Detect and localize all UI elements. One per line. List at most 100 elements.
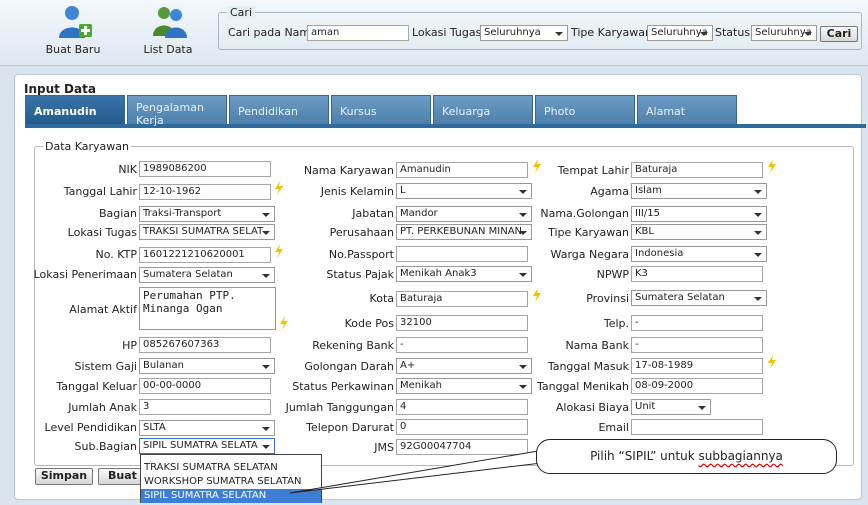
required-bolt-icon [533, 159, 541, 173]
callout-pointer [289, 450, 543, 494]
birthplace-input[interactable]: Baturaja [631, 162, 763, 178]
grade-name-select[interactable]: III/15 [631, 206, 767, 222]
save-button[interactable]: Simpan [35, 468, 93, 485]
required-bolt-icon [280, 316, 288, 330]
religion-select[interactable]: Islam [631, 183, 767, 199]
bank-name-input[interactable]: - [631, 337, 763, 353]
blood-type-label: Golongan Darah [304, 360, 394, 373]
search-button[interactable]: Cari [820, 26, 858, 42]
tab-experience[interactable]: Pengalaman Kerja [127, 95, 227, 127]
salary-system-select[interactable]: Bulanan [139, 358, 275, 374]
postal-code-input[interactable]: 32100 [396, 315, 528, 331]
search-name-input[interactable]: aman [307, 25, 409, 41]
position-label: Jabatan [352, 207, 394, 220]
dependents-label: Jumlah Tanggungan [285, 401, 394, 414]
search-legend: Cari [227, 6, 255, 19]
sub-division-select[interactable]: SIPIL SUMATRA SELATA [139, 438, 275, 454]
postal-code-label: Kode Pos [344, 317, 394, 330]
users-icon [153, 7, 187, 38]
city-input[interactable]: Baturaja [396, 291, 528, 307]
npwp-label: NPWP [596, 268, 629, 281]
tab-address[interactable]: Alamat [637, 95, 737, 124]
division-select[interactable]: Traksi-Transport [139, 206, 275, 222]
company-select[interactable]: PT. PERKEBUNAN MINAN [396, 224, 532, 240]
nik-input[interactable]: 1989086200 [139, 161, 271, 177]
new-button[interactable]: Buat B [98, 468, 142, 485]
position-select[interactable]: Mandor [396, 206, 532, 222]
marital-status-select[interactable]: Menikah [396, 378, 532, 394]
salary-system-label: Sistem Gaji [74, 360, 137, 373]
instruction-callout: Pilih “SIPIL” untuk subbagiannya [536, 439, 837, 474]
tab-family[interactable]: Keluarga [433, 95, 533, 124]
npwp-input[interactable]: K3 [631, 266, 763, 282]
list-data-button[interactable]: List Data [128, 0, 208, 62]
sub-division-label: Sub.Bagian [74, 440, 137, 453]
tab-employee[interactable]: Amanudin [25, 95, 125, 124]
new-record-button[interactable]: Buat Baru [33, 0, 113, 62]
required-bolt-icon [768, 355, 776, 369]
birth-date-input[interactable]: 12-10-1962 [139, 184, 271, 200]
search-location-select[interactable]: Seluruhnya [480, 25, 568, 41]
tab-education[interactable]: Pendidikan [229, 95, 329, 124]
education-level-select[interactable]: SLTA [139, 420, 275, 436]
required-bolt-icon [768, 159, 776, 173]
gender-label: Jenis Kelamin [320, 185, 394, 198]
new-record-label: Buat Baru [45, 43, 101, 56]
phone-input[interactable]: 085267607363 [139, 337, 271, 353]
marriage-date-label: Tanggal Menikah [536, 380, 629, 393]
employee-name-label: Nama Karyawan [303, 164, 394, 177]
fieldset-legend: Data Karyawan [43, 140, 132, 153]
email-input[interactable] [631, 419, 763, 435]
company-label: Perusahaan [329, 226, 394, 239]
emergency-phone-label: Telepon Darurat [306, 421, 394, 434]
bank-account-input[interactable]: - [396, 337, 528, 353]
dependents-input[interactable]: 4 [396, 399, 528, 415]
tax-status-select[interactable]: Menikah Anak3 [396, 266, 532, 282]
telephone-input[interactable]: - [631, 315, 763, 331]
panel-title: Input Data [24, 82, 96, 96]
bank-name-label: Nama Bank [565, 339, 629, 352]
marriage-date-input[interactable]: 08-09-2000 [631, 378, 763, 394]
tab-photo[interactable]: Photo [535, 95, 635, 124]
bank-account-label: Rekening Bank [312, 339, 394, 352]
division-label: Bagian [98, 207, 137, 220]
add-user-icon [59, 6, 92, 38]
nationality-select[interactable]: Indonesia [631, 246, 767, 262]
birthplace-label: Tempat Lahir [557, 164, 629, 177]
children-count-input[interactable]: 3 [139, 399, 271, 415]
cost-allocation-select[interactable]: Unit [631, 399, 711, 415]
nationality-label: Warga Negara [550, 248, 629, 261]
search-type-label: Tipe Karyawan: [571, 26, 656, 39]
exit-date-input[interactable]: 00-00-0000 [139, 378, 271, 394]
tax-status-label: Status Pajak [326, 268, 394, 281]
ktp-input[interactable]: 1601221210620001 [139, 247, 271, 263]
join-date-label: Tanggal Masuk [547, 360, 629, 373]
passport-label: No.Passport [328, 248, 394, 261]
address-textarea[interactable]: Perumahan PTP. Minanga Ogan [139, 287, 276, 330]
employee-name-input[interactable]: Amanudin [396, 162, 528, 178]
blood-type-select[interactable]: A+ [396, 358, 532, 374]
callout-underlined-text: subbagiannya [698, 449, 783, 463]
province-label: Provinsi [586, 292, 629, 305]
tab-bar: Amanudin Pengalaman Kerja Pendidikan Kur… [25, 95, 866, 128]
work-location-select[interactable]: TRAKSI SUMATRA SELAT [139, 224, 275, 240]
children-count-label: Jumlah Anak [68, 401, 137, 414]
gender-select[interactable]: L [396, 183, 532, 199]
required-bolt-icon [275, 244, 283, 258]
employee-type-label: Tipe Karyawan [548, 226, 629, 239]
marital-status-label: Status Perkawinan [292, 380, 394, 393]
exit-date-label: Tanggal Keluar [56, 380, 137, 393]
search-status-select[interactable]: Seluruhnya [751, 25, 817, 41]
email-label: Email [598, 421, 629, 434]
nik-label: NIK [118, 163, 137, 176]
join-date-input[interactable]: 17-08-1989 [631, 358, 763, 374]
hiring-location-select[interactable]: Sumatera Selatan [139, 267, 275, 283]
tab-courses[interactable]: Kursus [331, 95, 431, 124]
province-select[interactable]: Sumatera Selatan [631, 290, 767, 306]
passport-input[interactable] [396, 246, 528, 262]
search-type-select[interactable]: Seluruhnya [647, 25, 713, 41]
employee-type-select[interactable]: KBL [631, 224, 767, 240]
emergency-phone-input[interactable]: 0 [396, 419, 528, 435]
grade-name-label: Nama.Golongan [540, 207, 629, 220]
required-bolt-icon [275, 181, 283, 195]
